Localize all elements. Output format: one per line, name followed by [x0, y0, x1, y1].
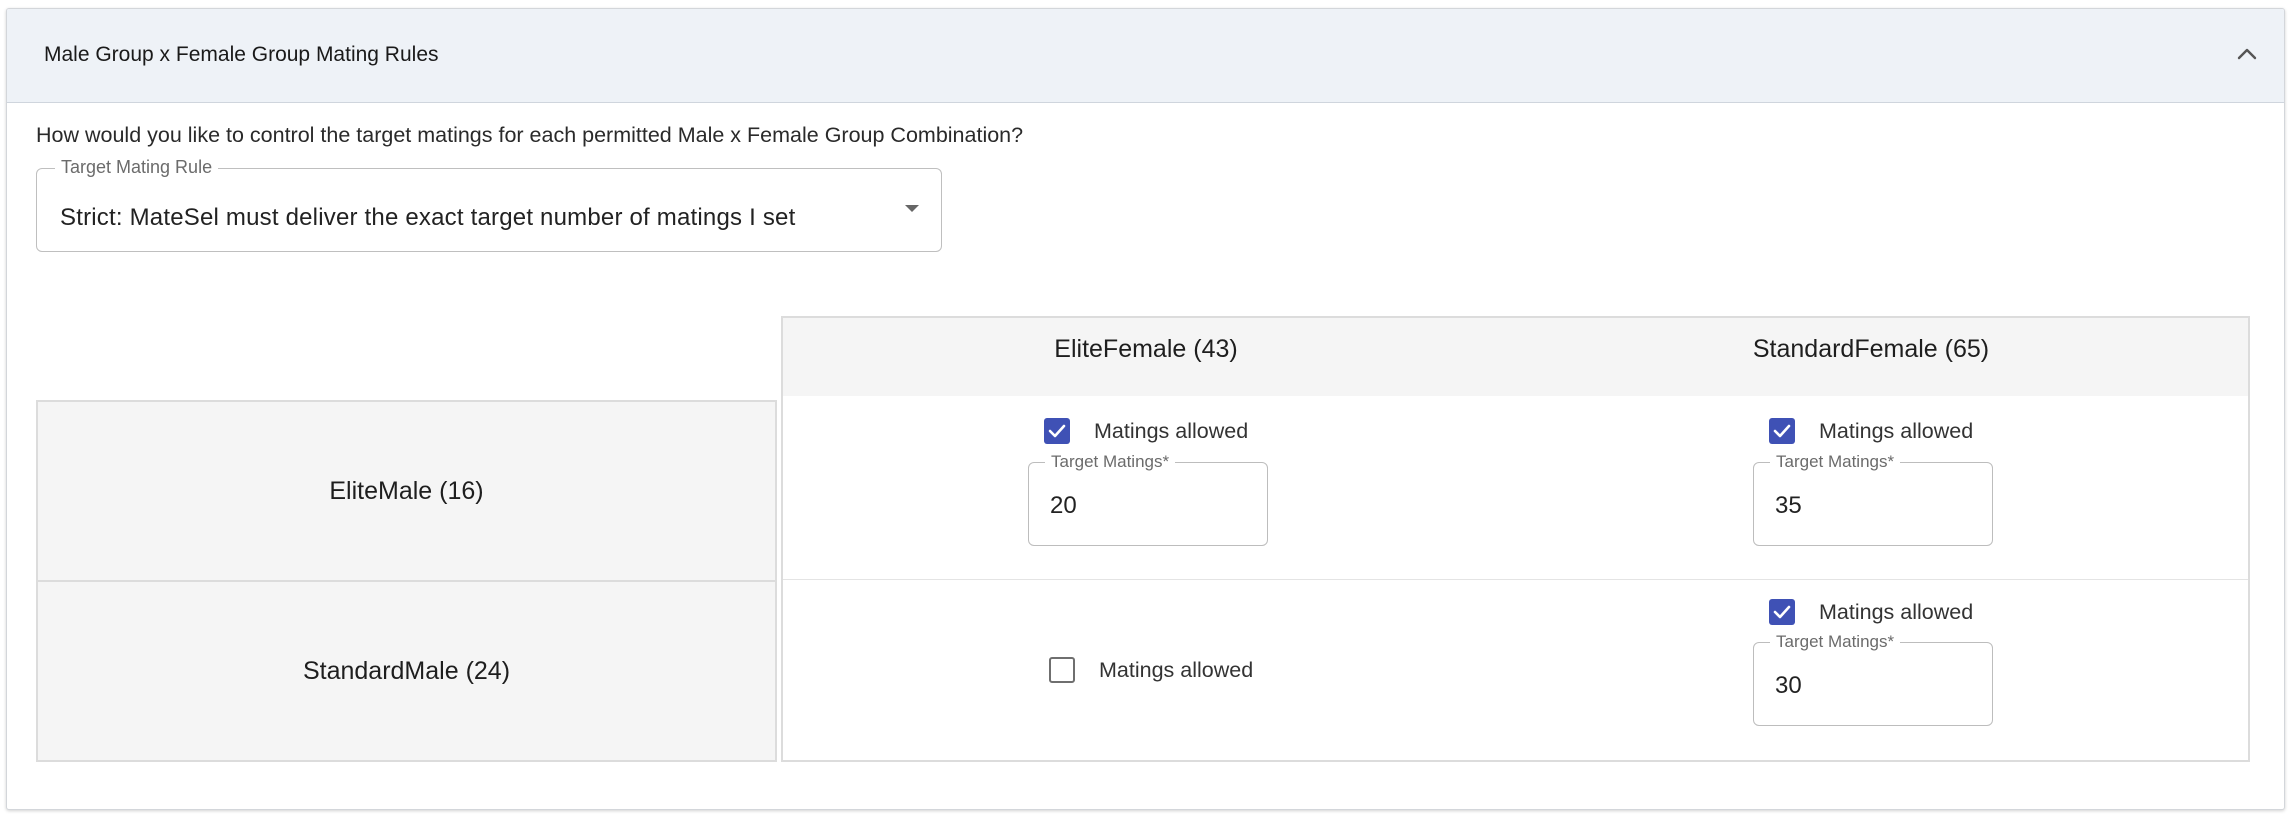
matings-allowed-checkbox-r1c0[interactable]: Matings allowed — [1049, 657, 1253, 683]
column-header-standard-female: StandardFemale (65) — [1752, 335, 1990, 363]
matings-allowed-label: Matings allowed — [1094, 418, 1249, 443]
target-matings-field-r0c0[interactable]: Target Matings* 20 — [1028, 452, 1268, 546]
target-mating-rule-select[interactable]: Target Mating Rule Strict: MateSel must … — [36, 157, 942, 252]
target-matings-value-r0c1: 35 — [1775, 492, 1802, 519]
dropdown-arrow-icon — [905, 205, 919, 212]
collapse-button[interactable] — [2232, 39, 2262, 69]
target-matings-label: Target Matings* — [1770, 632, 1901, 652]
panel-title: Male Group x Female Group Mating Rules — [44, 43, 439, 66]
matings-allowed-label: Matings allowed — [1099, 657, 1254, 682]
target-mating-rule-label: Target Mating Rule — [55, 157, 219, 177]
target-matings-label: Target Matings* — [1045, 452, 1176, 472]
checkbox-checked-icon — [1769, 418, 1795, 444]
checkbox-checked-icon — [1769, 599, 1795, 625]
target-matings-value-r1c1: 30 — [1775, 672, 1802, 699]
row-header-elite-male-label: EliteMale (16) — [329, 476, 484, 505]
checkbox-unchecked-icon — [1049, 657, 1075, 683]
row-header-standard-male-label: StandardMale (24) — [302, 656, 511, 685]
row-divider — [783, 579, 2248, 580]
column-header-elite-female: EliteFemale (43) — [1054, 335, 1238, 363]
matings-allowed-label: Matings allowed — [1819, 599, 1974, 624]
matings-allowed-checkbox-r0c0[interactable]: Matings allowed — [1044, 418, 1248, 444]
matings-allowed-checkbox-r1c1[interactable]: Matings allowed — [1769, 599, 1973, 625]
target-matings-value-r0c0: 20 — [1050, 492, 1077, 519]
matings-allowed-checkbox-r0c1[interactable]: Matings allowed — [1769, 418, 1973, 444]
row-header-elite-male: EliteMale (16) — [36, 400, 777, 582]
row-header-standard-male: StandardMale (24) — [36, 580, 777, 762]
checkbox-checked-icon — [1044, 418, 1070, 444]
matings-allowed-label: Matings allowed — [1819, 418, 1974, 443]
chevron-up-icon — [2237, 48, 2257, 60]
rule-question: How would you like to control the target… — [36, 123, 1024, 147]
target-matings-field-r1c1[interactable]: Target Matings* 30 — [1753, 632, 1993, 726]
target-mating-rule-value: Strict: MateSel must deliver the exact t… — [60, 204, 796, 231]
target-matings-field-r0c1[interactable]: Target Matings* 35 — [1753, 452, 1993, 546]
target-matings-label: Target Matings* — [1770, 452, 1901, 472]
panel-header[interactable]: Male Group x Female Group Mating Rules — [7, 9, 2284, 103]
